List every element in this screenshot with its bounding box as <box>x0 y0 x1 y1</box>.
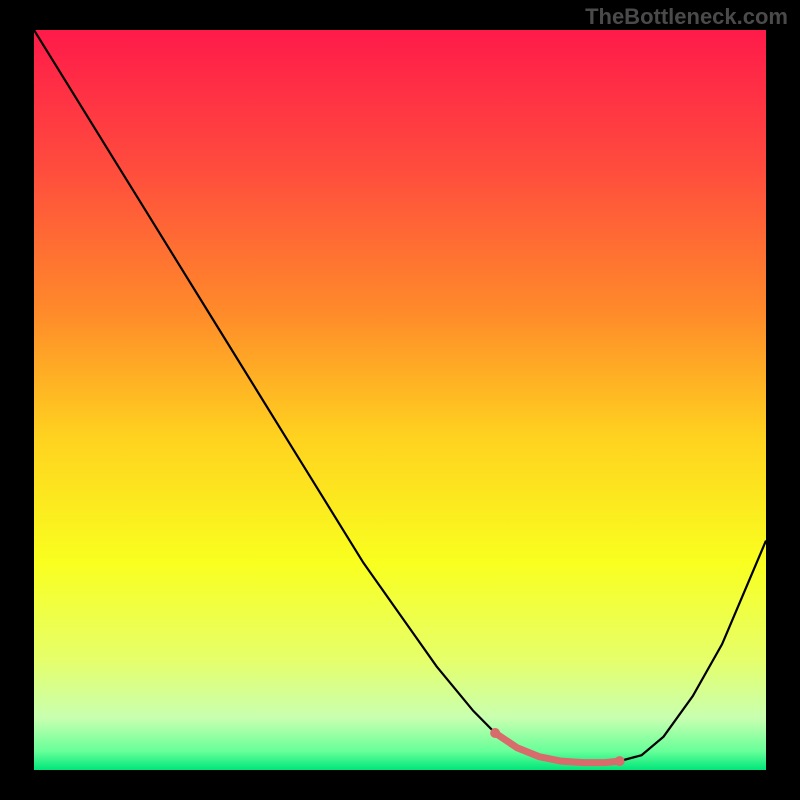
gradient-background <box>34 30 766 770</box>
watermark-text: TheBottleneck.com <box>585 4 788 30</box>
optimal-range-start-dot <box>490 728 500 738</box>
chart-container: TheBottleneck.com <box>0 0 800 800</box>
chart-svg <box>34 30 766 770</box>
optimal-range-end-dot <box>615 756 625 766</box>
plot-area <box>34 30 766 770</box>
